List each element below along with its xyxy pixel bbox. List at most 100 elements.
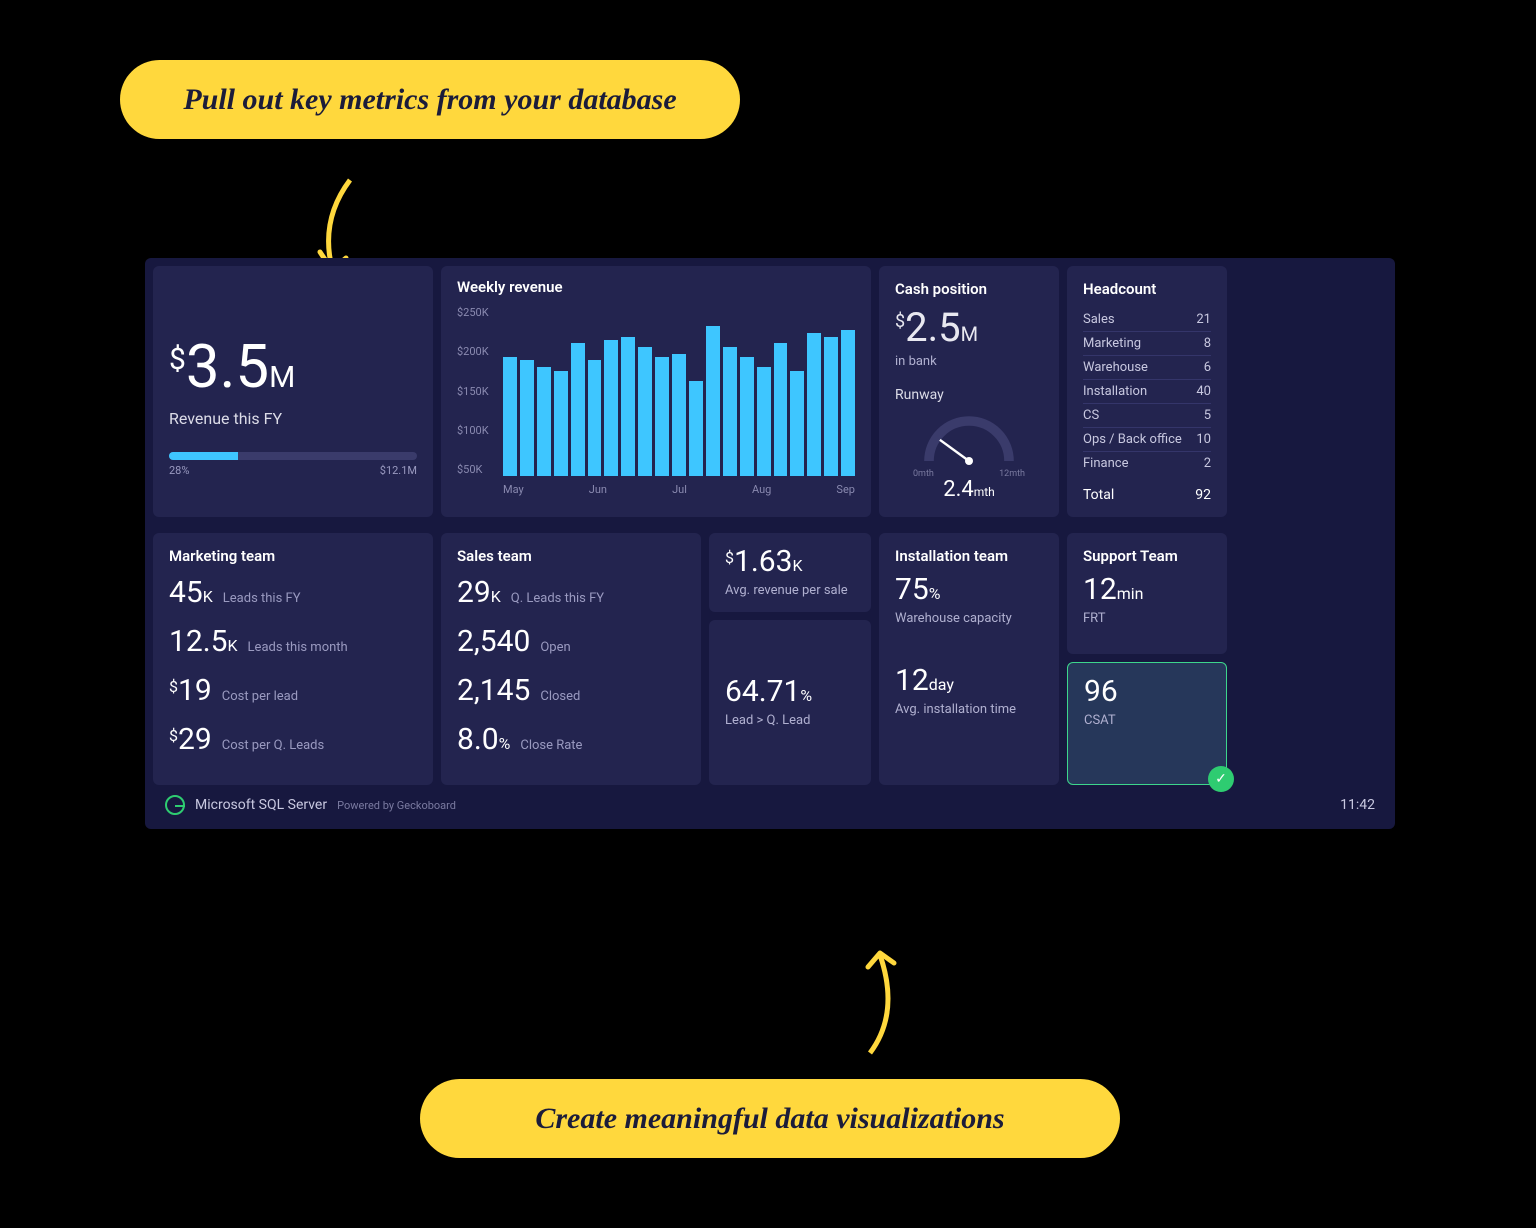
metric-value: 2,540	[457, 624, 530, 659]
x-tick: Aug	[752, 483, 771, 496]
dashboard-footer: Microsoft SQL Server Powered by Geckoboa…	[153, 785, 1387, 821]
chart-bar	[774, 343, 788, 476]
x-axis: MayJunJulAugSep	[503, 483, 855, 496]
headcount-row-label: Ops / Back office	[1083, 432, 1182, 447]
csat-label: CSAT	[1084, 713, 1210, 728]
card-sales: Sales team 29KQ. Leads this FY2,540Open2…	[441, 533, 701, 785]
progress-pct: 28%	[169, 464, 189, 477]
cash-prefix: $	[895, 311, 905, 332]
chart-bar	[723, 347, 737, 476]
card-revenue-fy: $3.5M Revenue this FY 28% $12.1M	[153, 266, 433, 517]
metric-suffix: %	[499, 734, 511, 753]
card-stack-kpi: $1.63K Avg. revenue per sale 64.71% Lead…	[709, 533, 871, 785]
y-tick: $50K	[457, 463, 489, 476]
annotation-top: Pull out key metrics from your database	[120, 60, 740, 139]
chart-bar	[621, 337, 635, 476]
card-cash-position: Cash position $2.5M in bank Runway 0mth …	[879, 266, 1059, 517]
metric-number: 29	[457, 575, 491, 610]
headcount-total: Total 92	[1083, 475, 1211, 503]
headcount-row-value: 10	[1196, 432, 1211, 447]
lead-conv-value: 64.71%	[725, 677, 855, 707]
card-lead-conv: 64.71% Lead > Q. Lead	[709, 620, 871, 785]
metric-prefix: $	[169, 677, 178, 696]
chart-bar	[537, 367, 551, 476]
revenue-fy-prefix: $	[169, 342, 186, 377]
metric-suffix: K	[203, 587, 213, 606]
runway-unit: mth	[974, 485, 995, 499]
cash-number: 2.5	[905, 304, 961, 351]
chart-bar	[841, 330, 855, 476]
runway-gauge	[895, 409, 1043, 469]
install-time-number: 12	[895, 663, 929, 698]
headcount-title: Headcount	[1083, 280, 1211, 298]
avg-rev-label: Avg. revenue per sale	[725, 583, 855, 598]
marketing-metrics: 45KLeads this FY12.5KLeads this month$19…	[169, 575, 417, 757]
weekly-revenue-chart: $250K$200K$150K$100K$50K MayJunJulAugSep	[457, 306, 855, 496]
headcount-row: Warehouse 6	[1083, 356, 1211, 380]
metric-value: 8.0%	[457, 722, 510, 757]
card-csat: 96 CSAT ✓	[1067, 662, 1227, 785]
sales-metrics: 29KQ. Leads this FY 2,540 Open 2,145 Closed 8…	[457, 575, 685, 757]
revenue-fy-label: Revenue this FY	[169, 409, 417, 428]
metric-suffix: K	[491, 587, 501, 606]
warehouse-cap-suffix: %	[929, 584, 941, 603]
metric-number: 19	[178, 673, 212, 708]
headcount-row: Marketing8	[1083, 332, 1211, 356]
gauge-max: 12mth	[999, 469, 1025, 479]
x-tick: Jul	[672, 483, 687, 496]
metric-value: $19	[169, 673, 212, 708]
geckoboard-icon	[165, 795, 185, 815]
headcount-row: CS5	[1083, 404, 1211, 428]
y-tick: $200K	[457, 345, 489, 358]
chart-bar	[807, 333, 821, 476]
avg-rev-prefix: $	[725, 548, 734, 567]
headcount-row-value: 40	[1196, 384, 1211, 399]
footer-time: 11:42	[1340, 797, 1375, 813]
install-time-suffix: day	[929, 675, 954, 694]
footer-powered: Powered by Geckoboard	[337, 799, 456, 812]
metric-number: 8.0	[457, 722, 499, 757]
x-tick: Sep	[836, 483, 855, 496]
headcount-list: Sales21Marketing8 Warehouse 6 Installation4…	[1083, 308, 1211, 475]
lead-conv-suffix: %	[800, 686, 812, 705]
marketing-title: Marketing team	[169, 547, 417, 565]
revenue-fy-number: 3.5	[186, 331, 269, 402]
headcount-row: Installation40	[1083, 380, 1211, 404]
headcount-row-label: Marketing	[1083, 336, 1141, 351]
support-title: Support Team	[1083, 547, 1211, 565]
cash-title: Cash position	[895, 280, 1043, 298]
chart-bar	[706, 326, 720, 476]
metric-label: Cost per Q. Leads	[222, 738, 325, 753]
headcount-row-label: Finance	[1083, 456, 1128, 471]
headcount-row-value: 21	[1196, 312, 1211, 327]
metric-prefix: $	[169, 726, 178, 745]
chart-bar	[638, 347, 652, 476]
metric-label: Closed	[540, 689, 580, 704]
install-time-label: Avg. installation time	[895, 702, 1043, 717]
warehouse-cap-value: 75%	[895, 575, 1043, 605]
revenue-fy-progress: 28% $12.1M	[169, 452, 417, 477]
frt-value: 12min	[1083, 575, 1211, 605]
metric-line: 12.5KLeads this month	[169, 624, 417, 659]
metric-line: 2,540 Open	[457, 624, 685, 659]
metric-line: 29KQ. Leads this FY	[457, 575, 685, 610]
lead-conv-number: 64.71	[725, 674, 800, 709]
chart-bar	[554, 371, 568, 476]
metric-value: 29K	[457, 575, 501, 610]
headcount-row: Sales21	[1083, 308, 1211, 332]
headcount-row-value: 2	[1204, 456, 1211, 471]
avg-revenue-value: $1.63K	[725, 547, 855, 577]
chart-bar	[520, 360, 534, 476]
metric-number: 2,145	[457, 673, 530, 708]
metric-label: Leads this FY	[223, 591, 301, 606]
headcount-row-value: 6	[1204, 360, 1211, 375]
metric-line: 8.0%Close Rate	[457, 722, 685, 757]
chart-bar	[604, 340, 618, 476]
metric-suffix: K	[228, 636, 238, 655]
metric-label: Open	[540, 640, 570, 655]
weekly-revenue-title: Weekly revenue	[457, 278, 855, 296]
cash-value: $2.5M	[895, 308, 1043, 348]
headcount-row-label: Warehouse	[1083, 360, 1148, 375]
runway-number: 2.4	[943, 477, 974, 502]
avg-rev-number: 1.63	[734, 544, 793, 579]
